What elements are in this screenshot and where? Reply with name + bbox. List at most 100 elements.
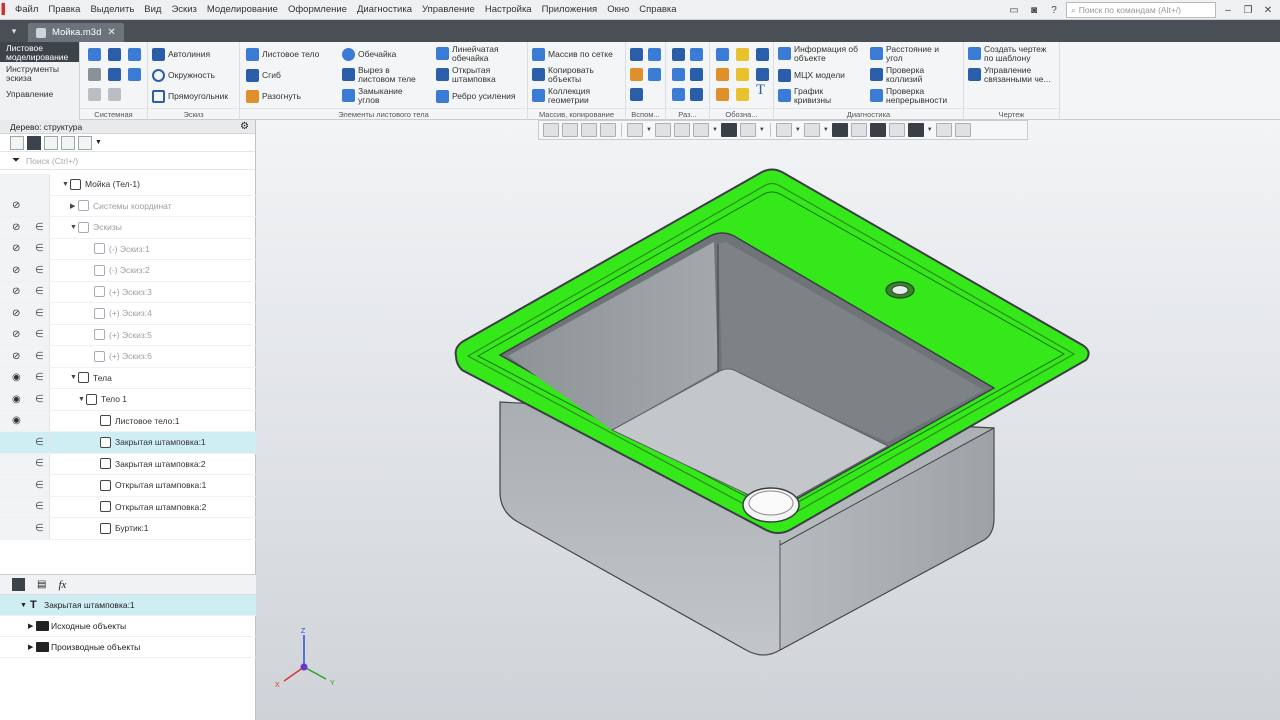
designation-icon-2[interactable] — [736, 48, 749, 61]
tree-row[interactable]: ▼ Мойка (Тел-1) — [0, 174, 256, 196]
eye-hidden-icon[interactable]: ⊘ — [12, 265, 20, 276]
collision-check-button[interactable]: Проверка коллизий — [870, 66, 940, 83]
include-icon[interactable]: ∈ — [35, 351, 44, 362]
include-icon[interactable]: ∈ — [35, 286, 44, 297]
tree-row[interactable]: ∈ Открытая штамповка:1 — [0, 475, 256, 497]
eye-hidden-icon[interactable]: ⊘ — [12, 308, 20, 319]
split-icon-1[interactable] — [672, 48, 685, 61]
tree-row[interactable]: ⊘ ∈ (+) Эскиз:5 — [0, 324, 256, 346]
save-icon[interactable] — [128, 48, 141, 61]
expand-arrow-icon[interactable]: ▶ — [28, 643, 33, 651]
undo-icon[interactable] — [88, 88, 101, 101]
collapse-arrow-icon[interactable]: ▼ — [70, 224, 77, 231]
curvature-graph-button[interactable]: График кривизны — [778, 87, 840, 104]
source-objects-row[interactable]: ▶ Исходные объекты — [0, 616, 256, 637]
properties-tab-icon[interactable]: ▤ — [37, 579, 46, 590]
split-icon-6[interactable] — [690, 88, 703, 101]
tree-row[interactable]: ⊘ ∈ (-) Эскиз:1 — [0, 238, 256, 260]
aux-plane-icon[interactable] — [630, 48, 643, 61]
camera-icon[interactable]: ◙ — [1026, 2, 1042, 18]
shell-button[interactable]: Обечайка — [342, 48, 396, 61]
relations-tab-icon[interactable] — [12, 578, 25, 591]
tree-by-construction-icon[interactable] — [10, 135, 24, 150]
collapse-arrow-icon[interactable]: ▼ — [78, 396, 85, 403]
new-doc-icon[interactable] — [88, 48, 101, 61]
tab-menu-icon[interactable]: ▾ — [0, 20, 28, 42]
include-icon[interactable]: ∈ — [35, 501, 44, 512]
include-icon[interactable]: ∈ — [35, 480, 44, 491]
include-icon[interactable]: ∈ — [35, 243, 44, 254]
3d-viewport[interactable]: ▼ ▼ ▼ ▼ ▼ ▼ Z X Y — [256, 120, 1280, 720]
geometry-collection-button[interactable]: Коллекция геометрии — [532, 87, 606, 104]
menu-item[interactable]: Управление — [417, 4, 480, 15]
designation-icon-5[interactable] — [736, 68, 749, 81]
text-tool-icon[interactable]: T — [756, 83, 765, 97]
command-search-input[interactable]: ⌕ Поиск по командам (Alt+/) — [1066, 2, 1216, 18]
close-tab-icon[interactable]: ✕ — [107, 27, 115, 38]
menu-item[interactable]: Приложения — [537, 4, 603, 15]
split-icon-5[interactable] — [672, 88, 685, 101]
minimize-icon[interactable]: – — [1220, 2, 1236, 18]
continuity-check-button[interactable]: Проверка непрерывности — [870, 87, 958, 104]
include-icon[interactable]: ∈ — [35, 394, 44, 405]
rib-button[interactable]: Ребро усиления — [436, 90, 516, 103]
sheet-body-button[interactable]: Листовое тело — [246, 48, 319, 61]
tree-row[interactable]: ∈ Закрытая штамповка:2 — [0, 453, 256, 475]
include-icon[interactable]: ∈ — [35, 308, 44, 319]
tree-row[interactable]: ⊘ ∈ (+) Эскиз:3 — [0, 281, 256, 303]
menu-item[interactable]: Окно — [602, 4, 634, 15]
eye-hidden-icon[interactable]: ⊘ — [12, 286, 20, 297]
tree-row[interactable]: ∈ Буртик:1 — [0, 518, 256, 540]
designation-icon-4[interactable] — [716, 68, 729, 81]
document-tab[interactable]: Мойка.m3d ✕ — [28, 23, 124, 42]
eye-icon[interactable]: ◉ — [12, 372, 21, 383]
mode-management[interactable]: Управление — [0, 88, 79, 101]
mass-properties-button[interactable]: МЦХ модели — [778, 69, 845, 82]
tree-row[interactable]: ∈ Открытая штамповка:2 — [0, 496, 256, 518]
aux-csys-icon[interactable] — [648, 68, 661, 81]
include-icon[interactable]: ∈ — [35, 458, 44, 469]
bend-button[interactable]: Сгиб — [246, 69, 281, 82]
aux-axis-icon[interactable] — [648, 48, 661, 61]
mode-sketch-tools[interactable]: Инструменты эскиза — [0, 62, 79, 84]
restore-icon[interactable]: ❐ — [1240, 2, 1256, 18]
tree-row[interactable]: ⊘ ▶ Системы координат — [0, 195, 256, 217]
tree-groups-icon[interactable] — [44, 135, 58, 150]
menu-item[interactable]: Правка — [43, 4, 85, 15]
split-icon-4[interactable] — [690, 68, 703, 81]
eye-hidden-icon[interactable]: ⊘ — [12, 243, 20, 254]
cutout-button[interactable]: Вырез в листовом теле — [342, 66, 428, 83]
menu-item[interactable]: Моделирование — [202, 4, 283, 15]
open-stamp-button[interactable]: Открытая штамповка — [436, 66, 512, 83]
designation-icon-7[interactable] — [716, 88, 729, 101]
mode-sheet-modeling[interactable]: Листовое моделирование — [0, 42, 79, 62]
ruled-shell-button[interactable]: Линейчатая обечайка — [436, 45, 518, 62]
eye-icon[interactable]: ◉ — [12, 415, 21, 426]
tree-options-icon[interactable] — [78, 135, 92, 150]
menu-item[interactable]: Вид — [139, 4, 166, 15]
designation-icon-8[interactable] — [736, 88, 749, 101]
expand-arrow-icon[interactable]: ▶ — [28, 622, 33, 630]
menu-item[interactable]: Выделить — [85, 4, 139, 15]
export-icon[interactable] — [108, 68, 121, 81]
designation-icon-6[interactable] — [756, 68, 769, 81]
include-icon[interactable]: ∈ — [35, 437, 44, 448]
include-icon[interactable]: ∈ — [35, 329, 44, 340]
object-info-button[interactable]: Информация об объекте — [778, 45, 870, 62]
menu-item[interactable]: Настройка — [480, 4, 537, 15]
settings-gear-icon[interactable]: ⚙ — [240, 121, 249, 132]
eye-hidden-icon[interactable]: ⊘ — [12, 222, 20, 233]
unbend-button[interactable]: Разогнуть — [246, 90, 301, 103]
collapse-arrow-icon[interactable]: ▼ — [62, 181, 69, 188]
menu-item[interactable]: Эскиз — [166, 4, 201, 15]
open-icon[interactable] — [108, 48, 121, 61]
properties-icon[interactable] — [128, 68, 141, 81]
eye-hidden-icon[interactable]: ⊘ — [12, 351, 20, 362]
aux-line-icon[interactable] — [630, 88, 643, 101]
tree-row[interactable]: ⊘ ∈ (+) Эскиз:4 — [0, 303, 256, 325]
tree-row[interactable]: ⊘ ∈ (+) Эскиз:6 — [0, 346, 256, 368]
split-icon-2[interactable] — [690, 48, 703, 61]
tree-structure-icon[interactable] — [27, 135, 41, 150]
relations-selected-row[interactable]: ▼ T Закрытая штамповка:1 — [0, 595, 256, 616]
eye-hidden-icon[interactable]: ⊘ — [12, 200, 20, 211]
